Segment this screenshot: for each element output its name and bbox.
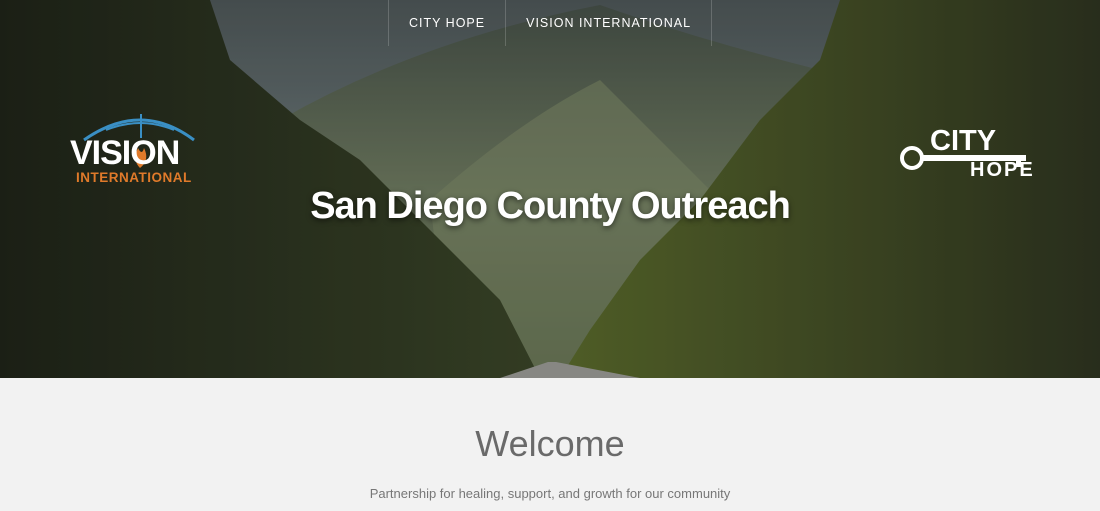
vision-logo-word: VISION [70, 134, 180, 172]
vision-international-logo[interactable]: VISION INTERNATIONAL [66, 108, 216, 190]
top-nav: CITY HOPE VISION INTERNATIONAL [0, 0, 1100, 46]
hero-banner: CITY HOPE VISION INTERNATIONAL VISION IN… [0, 0, 1100, 378]
nav-divider [711, 0, 713, 46]
welcome-section: Welcome Partnership for healing, support… [0, 378, 1100, 511]
welcome-heading: Welcome [475, 423, 625, 464]
city-hope-logo[interactable]: CITY HOPE [898, 125, 1033, 188]
welcome-tagline: Partnership for healing, support, and gr… [369, 486, 731, 501]
page-title: San Diego County Outreach [310, 185, 791, 227]
nav-link-vision-international[interactable]: VISION INTERNATIONAL [506, 0, 711, 46]
nav-link-city-hope[interactable]: CITY HOPE [389, 0, 505, 46]
vision-logo-sub: INTERNATIONAL [76, 170, 192, 185]
city-logo-word: CITY [930, 125, 997, 157]
city-logo-sub: HOPE [970, 159, 1035, 181]
